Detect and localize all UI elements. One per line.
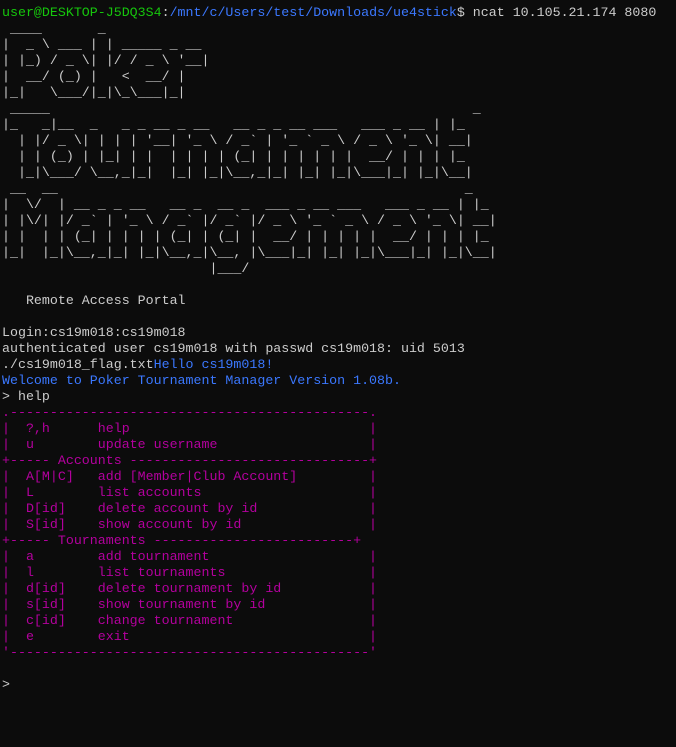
- flag-file-text: ./cs19m018_flag.txt: [2, 357, 154, 372]
- help-menu-line: '---------------------------------------…: [2, 645, 378, 660]
- hello-text: Hello cs19m018!: [153, 357, 274, 372]
- prompt-user-host: user@DESKTOP-J5DQ3S4: [2, 5, 162, 20]
- prompt-path: /mnt/c/Users/test/Downloads/ue4stick: [169, 5, 457, 20]
- help-menu-line: | a add tournament |: [2, 549, 378, 564]
- help-menu-line: | d[id] delete tournament by id |: [2, 581, 378, 596]
- help-command-line: > help: [2, 389, 50, 404]
- prompt-symbol: $: [456, 5, 465, 20]
- help-menu-line: | S[id] show account by id |: [2, 517, 378, 532]
- help-menu-line: | s[id] show tournament by id |: [2, 597, 378, 612]
- help-menu-line: | L list accounts |: [2, 485, 378, 500]
- portal-title: Remote Access Portal: [2, 293, 186, 308]
- help-menu-line: | u update username |: [2, 437, 378, 452]
- entered-command: ncat 10.105.21.174 8080: [464, 5, 657, 20]
- help-menu-line: | ?,h help |: [2, 421, 378, 436]
- help-menu-line: +----- Tournaments ---------------------…: [2, 533, 362, 548]
- ascii-banner: ____ _ | _ \ ___ | | _____ _ __ | |_) / …: [2, 21, 497, 276]
- help-menu-line: | e exit |: [2, 629, 378, 644]
- help-menu-line: +----- Accounts ------------------------…: [2, 453, 378, 468]
- auth-line: authenticated user cs19m018 with passwd …: [2, 341, 465, 356]
- shell-prompt-line: user@DESKTOP-J5DQ3S4:/mnt/c/Users/test/D…: [2, 5, 674, 21]
- flag-line: ./cs19m018_flag.txtHello cs19m018!: [2, 357, 674, 373]
- help-menu-line: | c[id] change tournament |: [2, 613, 378, 628]
- terminal-window[interactable]: user@DESKTOP-J5DQ3S4:/mnt/c/Users/test/D…: [0, 0, 676, 747]
- help-menu: .---------------------------------------…: [2, 405, 674, 661]
- prompt-separator: :: [161, 5, 170, 20]
- help-menu-line: | l list tournaments |: [2, 565, 378, 580]
- help-menu-line: .---------------------------------------…: [2, 405, 378, 420]
- help-menu-line: | D[id] delete account by id |: [2, 501, 378, 516]
- login-line: Login:cs19m018:cs19m018: [2, 325, 186, 340]
- welcome-line: Welcome to Poker Tournament Manager Vers…: [2, 373, 401, 388]
- input-prompt[interactable]: >: [2, 677, 674, 693]
- help-menu-line: | A[M|C] add [Member|Club Account] |: [2, 469, 378, 484]
